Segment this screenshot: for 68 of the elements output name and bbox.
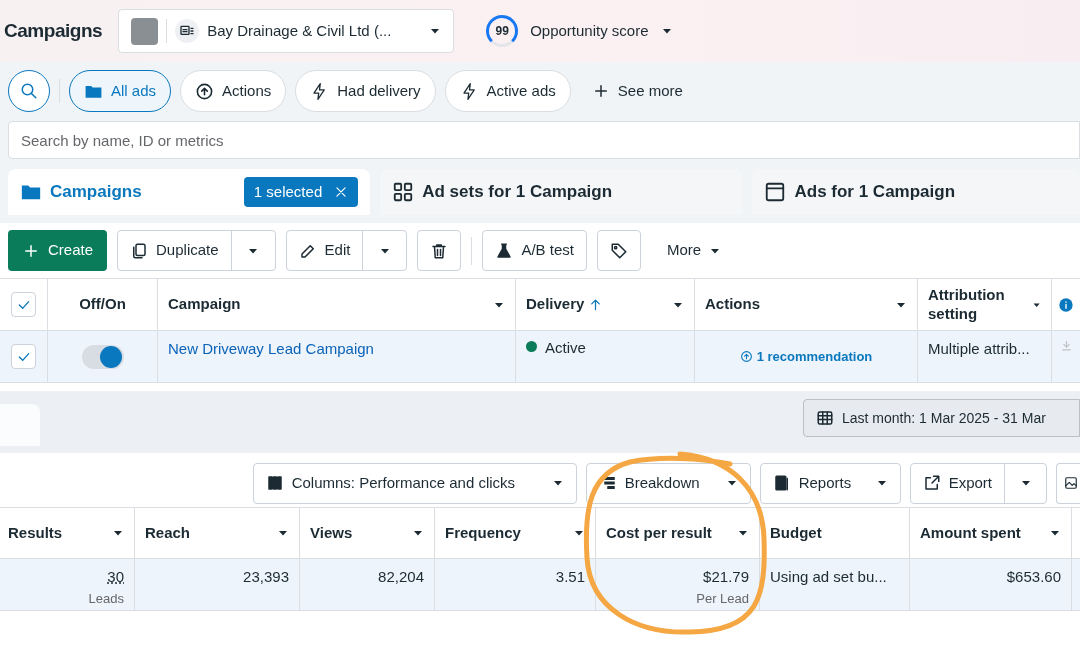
date-range-button[interactable]: Last month: 1 Mar 2025 - 31 Mar bbox=[803, 399, 1080, 437]
column-header[interactable]: Campaign bbox=[168, 295, 241, 314]
column-header[interactable]: Attribution setting bbox=[928, 285, 1028, 324]
column-header[interactable]: Delivery bbox=[526, 295, 585, 314]
filter-chip[interactable]: All ads bbox=[69, 70, 172, 112]
filter-chip[interactable]: Active ads bbox=[444, 70, 571, 112]
arrow-up-circle-icon bbox=[739, 350, 753, 363]
page-title: Campaigns bbox=[4, 18, 103, 43]
table-cell-text: 3.51 bbox=[555, 567, 585, 587]
image-button[interactable] bbox=[1056, 462, 1080, 504]
flask-icon bbox=[495, 241, 514, 260]
table-cell-text: 30 bbox=[107, 567, 124, 587]
table-cell: Multiple attrib... bbox=[928, 340, 1030, 357]
campaign-link[interactable]: New Driveway Lead Campaign bbox=[168, 340, 374, 357]
avatar-placeholder bbox=[131, 17, 159, 45]
checkbox[interactable] bbox=[11, 292, 36, 317]
ab-test-button[interactable]: A/B test bbox=[483, 231, 586, 270]
window-icon bbox=[764, 181, 787, 203]
export-icon bbox=[922, 474, 941, 492]
download-icon bbox=[1059, 339, 1073, 352]
column-header[interactable]: Reach bbox=[145, 521, 191, 545]
close-icon bbox=[334, 185, 349, 199]
table-cell-text: 82,204 bbox=[378, 567, 424, 587]
column-header[interactable]: Actions bbox=[705, 295, 760, 314]
toggle-switch[interactable] bbox=[81, 344, 124, 369]
more-button[interactable]: More bbox=[650, 230, 738, 271]
selection-badge: 1 selected bbox=[243, 177, 359, 207]
tab[interactable]: Ad sets for 1 Campaign bbox=[380, 169, 743, 215]
column-header[interactable]: Frequency bbox=[445, 521, 521, 545]
cell-subtext: Per Lead bbox=[696, 589, 749, 608]
tab[interactable]: Campaigns 1 selected bbox=[8, 169, 371, 215]
table-cell-text: 23,393 bbox=[243, 567, 289, 587]
opportunity-score-button[interactable]: 99 Opportunity score bbox=[486, 15, 673, 47]
create-button[interactable]: Create bbox=[8, 230, 108, 271]
tag-icon bbox=[609, 241, 628, 260]
image-icon bbox=[1064, 476, 1078, 490]
breakdown-button[interactable]: Breakdown bbox=[585, 462, 751, 504]
filter-chip[interactable]: Had delivery bbox=[295, 70, 436, 112]
table-cell-text: Using ad set bu... bbox=[770, 567, 887, 587]
search-field[interactable]: Search by name, ID or metrics bbox=[8, 121, 1080, 159]
cell-subtext: Leads bbox=[88, 589, 124, 608]
column-header[interactable]: Cost per result bbox=[606, 521, 712, 545]
trash-icon bbox=[430, 241, 449, 260]
info-icon bbox=[1058, 296, 1074, 313]
reports-button[interactable]: Reports bbox=[759, 462, 901, 504]
column-header[interactable]: Results bbox=[8, 521, 63, 545]
column-header[interactable]: Amount spent bbox=[920, 521, 1021, 545]
table-cell-text: $653.60 bbox=[1006, 567, 1061, 587]
search-icon bbox=[20, 82, 38, 100]
account-selector[interactable]: Bay Drainage & Civil Ltd (... bbox=[118, 9, 455, 53]
grid-icon bbox=[392, 181, 415, 203]
column-header[interactable]: Off/On bbox=[79, 295, 126, 314]
calendar-icon bbox=[816, 409, 834, 427]
search-button[interactable] bbox=[8, 70, 50, 112]
checkbox[interactable] bbox=[11, 344, 36, 369]
columns-button[interactable]: Columns: Performance and clicks bbox=[252, 462, 577, 504]
column-header[interactable]: Views bbox=[310, 521, 353, 545]
see-more-button[interactable]: See more bbox=[579, 70, 695, 112]
column-header[interactable]: Budget bbox=[770, 521, 822, 545]
recommendation-link[interactable]: 1 recommendation bbox=[739, 346, 873, 367]
score-ring: 99 bbox=[486, 15, 519, 47]
filter-chip[interactable]: Actions bbox=[180, 70, 287, 112]
tab[interactable]: Ads for 1 Campaign bbox=[752, 169, 1080, 215]
delivery-status: Active bbox=[545, 338, 586, 358]
reports-icon bbox=[772, 474, 791, 492]
copy-icon bbox=[130, 241, 149, 260]
arrow-up-circle-icon bbox=[195, 81, 215, 101]
table-cell-text: $21.79 bbox=[703, 567, 749, 587]
